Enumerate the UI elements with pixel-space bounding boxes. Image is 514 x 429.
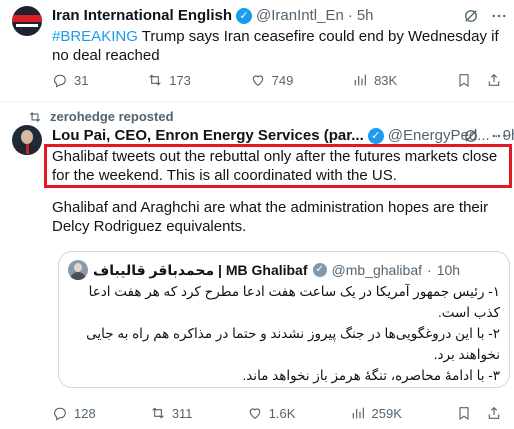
- tweet1-author-handle[interactable]: @IranIntl_En: [256, 7, 344, 24]
- tweet1-author-name[interactable]: Iran International English: [52, 7, 232, 24]
- repost-button[interactable]: 311: [150, 405, 193, 421]
- ghalibaf-avatar[interactable]: [68, 260, 88, 280]
- like-button[interactable]: 1.6K: [247, 405, 296, 421]
- tweet2-author-name[interactable]: Lou Pai, CEO, Enron Energy Services (par…: [52, 127, 364, 144]
- bookmark-icon[interactable]: [456, 72, 472, 88]
- tweet1-text: #BREAKING Trump says Iran ceasefire coul…: [52, 27, 500, 65]
- heart-icon: [249, 408, 260, 420]
- reply-icon: [54, 407, 66, 421]
- views-button[interactable]: 83K: [352, 72, 397, 88]
- reply-count: 31: [74, 72, 89, 88]
- views-button[interactable]: 259K: [350, 405, 402, 421]
- red-highlight-box: [44, 144, 512, 188]
- breaking-hashtag[interactable]: #BREAKING: [52, 28, 138, 45]
- tweet2-header: Lou Pai, CEO, Enron Energy Services (par…: [52, 127, 514, 144]
- tweet1-header: Iran International English ✓ @IranIntl_E…: [52, 7, 374, 24]
- tweet2-actions: 128 311 1.6K 259K: [52, 405, 502, 421]
- quoted-time[interactable]: 10h: [437, 262, 460, 278]
- bookmark-icon[interactable]: [456, 405, 472, 421]
- tweet2-text-2: Ghalibaf and Araghchi are what the admin…: [52, 199, 489, 235]
- dot-separator: ·: [347, 7, 353, 24]
- reply-button[interactable]: 128: [52, 405, 96, 421]
- views-count: 259K: [371, 405, 402, 421]
- tweet1-actions: 31 173 749 83K: [52, 72, 502, 88]
- heart-icon: [252, 75, 263, 87]
- avatar-tie: [26, 144, 29, 154]
- quoted-author-handle[interactable]: @mb_ghalibaf: [332, 262, 423, 278]
- views-icon: [352, 407, 364, 419]
- like-count: 1.6K: [268, 405, 296, 421]
- views-count: 83K: [374, 72, 398, 88]
- avatar-face: [21, 130, 33, 144]
- repost-indicator-icon: [29, 111, 41, 122]
- repost-indicator: zerohedge reposted: [28, 109, 174, 124]
- repost-icon: [149, 74, 161, 86]
- tweet2-extra-actions: [456, 405, 502, 421]
- quoted-tweet-text: ۱- رئیس جمهور آمریکا در یک ساعت هفت ادعا…: [68, 281, 500, 386]
- quoted-author-name[interactable]: محمدباقر قالیباف | MB Ghalibaf: [93, 262, 308, 279]
- quoted-tweet-header: محمدباقر قالیباف | MB Ghalibaf ✓ @mb_gha…: [68, 260, 460, 280]
- reposted-by-label[interactable]: zerohedge reposted: [50, 109, 174, 124]
- verified-badge-icon: ✓: [236, 7, 253, 24]
- quoted-line-1: ۱- رئیس جمهور آمریکا در یک ساعت هفت ادعا…: [88, 284, 500, 320]
- views-icon: [354, 74, 367, 86]
- reply-count: 128: [74, 405, 96, 421]
- reply-button[interactable]: 31: [52, 72, 88, 88]
- verified-badge-icon: ✓: [367, 127, 384, 144]
- repost-count: 173: [169, 72, 191, 88]
- quoted-line-2: ۲- با این دروغگویی‌ها در جنگ پیروز نشدند…: [86, 326, 500, 362]
- iran-international-avatar[interactable]: [12, 6, 42, 36]
- government-badge-icon: ✓: [312, 263, 327, 277]
- quoted-line-3: ۳- با ادامهٔ محاصره، تنگهٔ هرمز باز نخوا…: [242, 368, 500, 383]
- repost-button[interactable]: 173: [147, 72, 191, 88]
- repost-count: 311: [171, 405, 193, 421]
- share-icon[interactable]: [486, 405, 502, 421]
- iran-international-logo-red: [12, 15, 42, 22]
- iran-international-logo-white: [16, 24, 38, 27]
- reply-icon: [54, 74, 66, 88]
- like-button[interactable]: 749: [250, 72, 294, 88]
- share-icon[interactable]: [486, 72, 502, 88]
- dot-separator: ·: [427, 262, 432, 278]
- tweet-divider: [0, 101, 514, 102]
- tweet1-time[interactable]: 5h: [357, 7, 374, 24]
- lou-pai-avatar[interactable]: [12, 125, 42, 155]
- repost-icon: [152, 407, 164, 419]
- like-count: 749: [271, 72, 294, 88]
- tweet1-extra-actions: [456, 72, 502, 88]
